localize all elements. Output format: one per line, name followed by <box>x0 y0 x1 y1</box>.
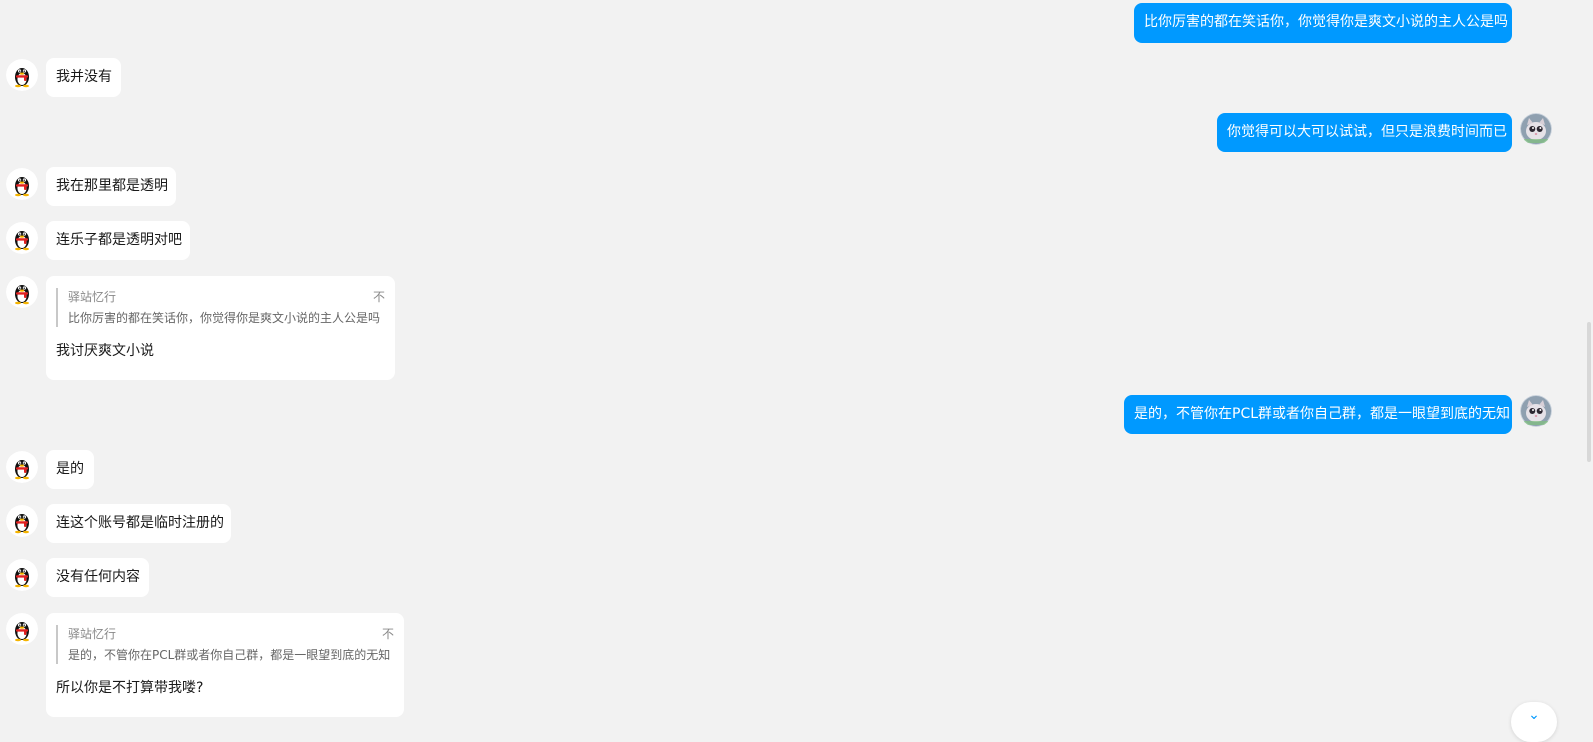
message-text: 比你厉害的都在笑话你，你觉得你是爽文小说的主人公是吗 <box>1144 14 1508 30</box>
quoted-message[interactable]: 驿站忆行 不 是的，不管你在PCL群或者你自己群，都是一眼望到底的无知 <box>56 625 394 664</box>
quoted-sender-name: 驿站忆行 <box>68 627 117 641</box>
quoted-sender-name: 驿站忆行 <box>68 290 117 304</box>
scrollbar-thumb[interactable] <box>1587 322 1591 462</box>
message-bubble-outgoing[interactable]: 你觉得可以大可以试试，但只是浪费时间而已 <box>1217 113 1512 152</box>
quoted-text: 比你厉害的都在笑话你，你觉得你是爽文小说的主人公是吗 <box>68 311 381 325</box>
message-bubble-outgoing[interactable]: 是的，不管你在PCL群或者你自己群，都是一眼望到底的无知 <box>1124 395 1512 434</box>
cat-avatar-icon[interactable] <box>1520 113 1552 145</box>
quote-reply-bubble[interactable]: 驿站忆行 不 是的，不管你在PCL群或者你自己群，都是一眼望到底的无知 所以你是… <box>46 613 404 717</box>
qq-penguin-icon[interactable] <box>6 276 38 308</box>
message-bubble-incoming[interactable]: 我并没有 <box>46 58 121 97</box>
quote-mark: 不 <box>372 290 385 304</box>
message-bubble-outgoing[interactable]: 比你厉害的都在笑话你，你觉得你是爽文小说的主人公是吗 <box>1134 3 1512 43</box>
message-text: 连这个账号都是临时注册的 <box>56 515 224 531</box>
message-text: 我讨厌爽文小说 <box>56 343 154 359</box>
message-bubble-incoming[interactable]: 没有任何内容 <box>46 558 149 597</box>
message-text: 所以你是不打算带我喽? <box>56 680 204 696</box>
qq-penguin-icon[interactable] <box>6 168 38 200</box>
message-text: 你觉得可以大可以试试，但只是浪费时间而已 <box>1227 124 1507 140</box>
qq-penguin-icon[interactable] <box>6 59 38 91</box>
message-bubble-incoming[interactable]: 是的 <box>46 450 94 489</box>
message-text: 我在那里都是透明 <box>56 178 168 194</box>
chevron-down-icon[interactable]: ⌄ <box>1511 702 1557 742</box>
message-text: 是的 <box>56 461 84 477</box>
message-bubble-incoming[interactable]: 连乐子都是透明对吧 <box>46 221 190 260</box>
qq-penguin-icon[interactable] <box>6 559 38 591</box>
qq-penguin-icon[interactable] <box>6 222 38 254</box>
message-text: 我并没有 <box>56 69 112 85</box>
message-text: 没有任何内容 <box>56 569 140 585</box>
message-text: 是的，不管你在PCL群或者你自己群，都是一眼望到底的无知 <box>1134 406 1511 422</box>
quoted-text: 是的，不管你在PCL群或者你自己群，都是一眼望到底的无知 <box>68 648 391 662</box>
qq-penguin-icon[interactable] <box>6 613 38 645</box>
message-bubble-incoming[interactable]: 连这个账号都是临时注册的 <box>46 504 231 543</box>
message-bubble-incoming[interactable]: 我在那里都是透明 <box>46 167 176 206</box>
quoted-message[interactable]: 驿站忆行 不 比你厉害的都在笑话你，你觉得你是爽文小说的主人公是吗 <box>56 288 385 327</box>
qq-penguin-icon[interactable] <box>6 451 38 483</box>
cat-avatar-icon[interactable] <box>1520 395 1552 427</box>
qq-penguin-icon[interactable] <box>6 505 38 537</box>
quote-mark: 不 <box>381 627 394 641</box>
message-text: 连乐子都是透明对吧 <box>56 232 182 248</box>
quote-reply-bubble[interactable]: 驿站忆行 不 比你厉害的都在笑话你，你觉得你是爽文小说的主人公是吗 我讨厌爽文小… <box>46 276 395 380</box>
